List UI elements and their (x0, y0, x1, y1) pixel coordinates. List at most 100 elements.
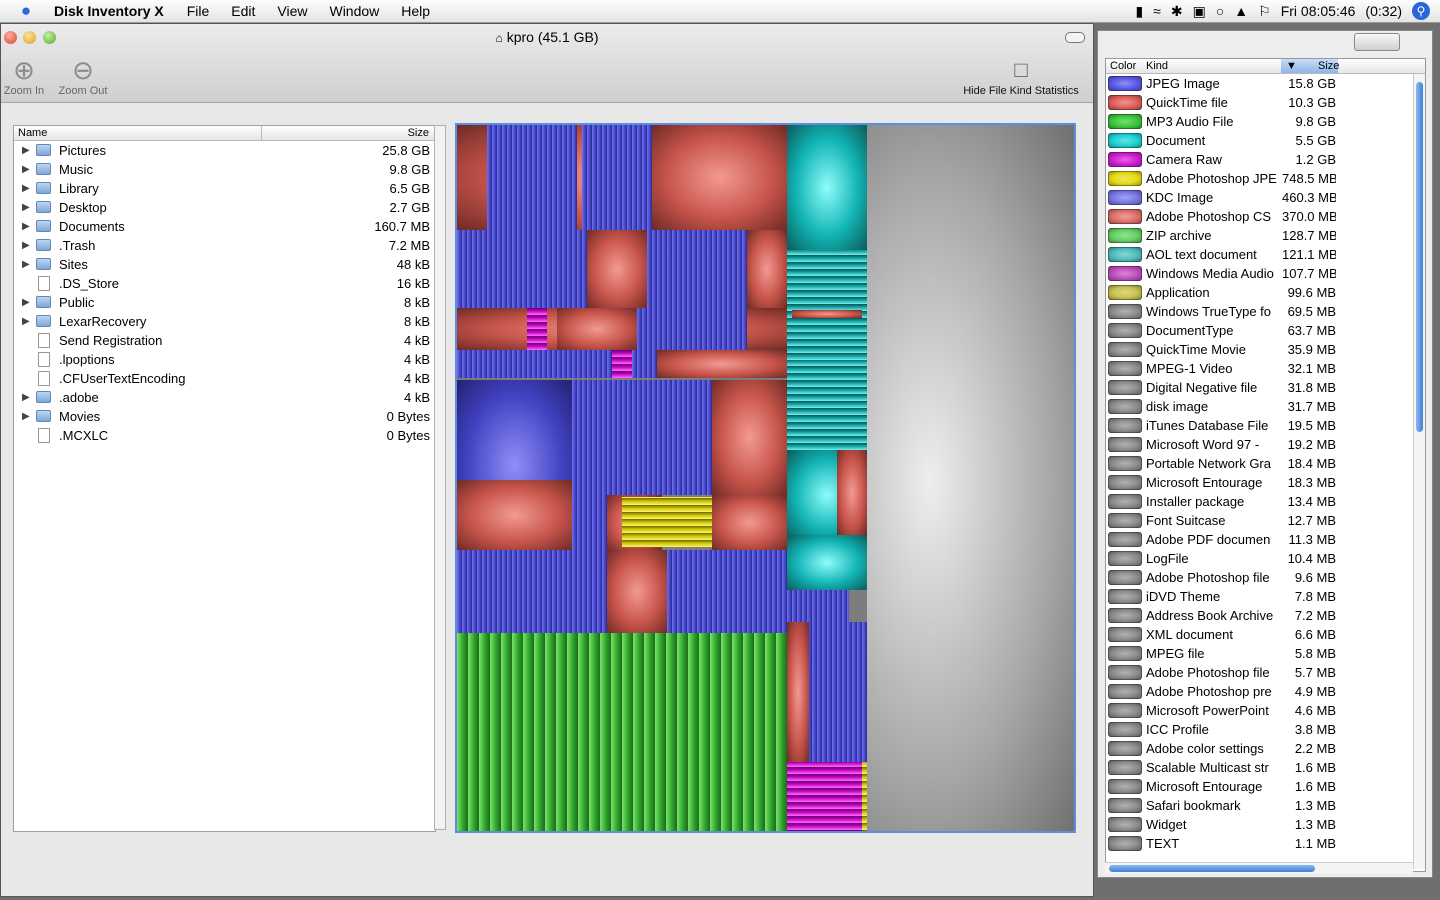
treemap-cell[interactable] (652, 230, 747, 308)
treemap-cell[interactable] (712, 380, 787, 495)
treemap-cell[interactable] (582, 125, 652, 230)
zoom-in-button[interactable]: ⊕ Zoom In (1, 55, 47, 97)
treemap-cell[interactable] (747, 230, 787, 308)
file-outline-view[interactable]: Name Size ▶ Pictures 25.8 GB ▶ Music 9.8 GB ▶ L… (13, 125, 436, 832)
disclosure-triangle-icon[interactable]: ▶ (22, 179, 30, 198)
drawer-handle[interactable] (1354, 33, 1400, 51)
zoom-out-button[interactable]: ⊖ Zoom Out (55, 55, 111, 97)
kind-row[interactable]: Digital Negative file 31.8 MB (1106, 378, 1425, 397)
menu-view[interactable]: View (266, 3, 318, 19)
scroll-thumb[interactable] (1416, 82, 1423, 432)
column-separator[interactable] (261, 126, 262, 140)
outline-row[interactable]: ▶ LexarRecovery 8 kB (14, 312, 435, 331)
kind-row[interactable]: iTunes Database File 19.5 MB (1106, 416, 1425, 435)
kind-row[interactable]: Font Suitcase 12.7 MB (1106, 511, 1425, 530)
kind-row[interactable]: DocumentType 63.7 MB (1106, 321, 1425, 340)
disclosure-triangle-icon[interactable]: ▶ (22, 407, 30, 426)
kind-row[interactable]: Document 5.5 GB (1106, 131, 1425, 150)
kind-row[interactable]: Windows Media Audio 107.7 MB (1106, 264, 1425, 283)
kind-row[interactable]: Adobe Photoshop CS 370.0 MB (1106, 207, 1425, 226)
outline-row[interactable]: ▶ Library 6.5 GB (14, 179, 435, 198)
bluetooth-icon[interactable]: ✱ (1171, 3, 1183, 20)
treemap-cell[interactable] (612, 350, 632, 378)
menu-edit[interactable]: Edit (220, 3, 266, 19)
disclosure-triangle-icon[interactable]: ▶ (22, 198, 30, 217)
outline-row[interactable]: ▶ Sites 48 kB (14, 255, 435, 274)
kind-row[interactable]: QuickTime Movie 35.9 MB (1106, 340, 1425, 359)
treemap-cell[interactable] (457, 633, 787, 831)
disclosure-triangle-icon[interactable]: ▶ (22, 236, 30, 255)
outline-row[interactable]: .DS_Store 16 kB (14, 274, 435, 293)
kind-row[interactable]: AOL text document 121.1 MB (1106, 245, 1425, 264)
scroll-thumb[interactable] (1109, 865, 1315, 872)
treemap-cell[interactable] (517, 550, 607, 633)
kind-row[interactable]: Safari bookmark 1.3 MB (1106, 796, 1425, 815)
outline-row[interactable]: ▶ Documents 160.7 MB (14, 217, 435, 236)
kind-table-vertical-scrollbar[interactable] (1413, 74, 1425, 869)
treemap-cell[interactable] (587, 230, 647, 308)
battery-time[interactable]: (0:32) (1365, 3, 1402, 19)
kind-row[interactable]: Adobe color settings 2.2 MB (1106, 739, 1425, 758)
treemap-cell[interactable] (787, 535, 867, 590)
kind-row[interactable]: Widget 1.3 MB (1106, 815, 1425, 834)
kind-row[interactable]: JPEG Image 15.8 GB (1106, 74, 1425, 93)
outline-row[interactable]: ▶ Music 9.8 GB (14, 160, 435, 179)
menu-help[interactable]: Help (390, 3, 441, 19)
outline-row[interactable]: ▶ Movies 0 Bytes (14, 407, 435, 426)
treemap-cell[interactable] (622, 497, 712, 547)
disclosure-triangle-icon[interactable]: ▶ (22, 255, 30, 274)
treemap-cell[interactable] (787, 125, 867, 250)
kind-row[interactable]: Adobe Photoshop file 5.7 MB (1106, 663, 1425, 682)
treemap-cell[interactable] (487, 125, 577, 230)
kind-row[interactable]: MP3 Audio File 9.8 GB (1106, 112, 1425, 131)
menu-file[interactable]: File (176, 3, 221, 19)
treemap-view[interactable] (455, 123, 1076, 833)
disclosure-triangle-icon[interactable]: ▶ (22, 312, 30, 331)
disclosure-triangle-icon[interactable]: ▶ (22, 388, 30, 407)
kind-row[interactable]: Application 99.6 MB (1106, 283, 1425, 302)
kind-row[interactable]: XML document 6.6 MB (1106, 625, 1425, 644)
treemap-cell[interactable] (712, 495, 787, 550)
outline-row[interactable]: Send Registration 4 kB (14, 331, 435, 350)
treemap-cell[interactable] (787, 590, 849, 622)
treemap-cell[interactable] (572, 380, 607, 550)
apple-menu-icon[interactable]: ● (16, 2, 36, 20)
treemap-cell[interactable] (792, 310, 862, 318)
kind-row[interactable]: iDVD Theme 7.8 MB (1106, 587, 1425, 606)
kind-row[interactable]: Microsoft Word 97 - 19.2 MB (1106, 435, 1425, 454)
size-column-header[interactable]: Size (408, 127, 429, 139)
display-icon[interactable]: ▣ (1193, 3, 1206, 20)
kind-row[interactable]: Portable Network Gra 18.4 MB (1106, 454, 1425, 473)
kind-row[interactable]: Windows TrueType fo 69.5 MB (1106, 302, 1425, 321)
outline-row[interactable]: ▶ .adobe 4 kB (14, 388, 435, 407)
disclosure-triangle-icon[interactable]: ▶ (22, 141, 30, 160)
kind-row[interactable]: Address Book Archive 7.2 MB (1106, 606, 1425, 625)
kind-table-horizontal-scrollbar[interactable] (1105, 862, 1413, 874)
treemap-cell[interactable] (787, 360, 867, 450)
size-column-header[interactable]: Size (1318, 60, 1339, 72)
toolbar-toggle-button[interactable] (1065, 32, 1085, 43)
treemap-cell[interactable] (657, 350, 787, 378)
spotlight-icon[interactable]: ⚲ (1412, 2, 1430, 20)
treemap-cell[interactable] (787, 762, 862, 831)
kind-row[interactable]: MPEG-1 Video 32.1 MB (1106, 359, 1425, 378)
kind-row[interactable]: MPEG file 5.8 MB (1106, 644, 1425, 663)
treemap-cell[interactable] (787, 622, 809, 762)
hide-file-kind-statistics-button[interactable]: □ Hide File Kind Statistics (957, 55, 1085, 97)
kind-row[interactable]: ICC Profile 3.8 MB (1106, 720, 1425, 739)
outline-row[interactable]: ▶ .Trash 7.2 MB (14, 236, 435, 255)
menu-window[interactable]: Window (318, 3, 390, 19)
outline-row[interactable]: ▶ Desktop 2.7 GB (14, 198, 435, 217)
outline-row[interactable]: .lpoptions 4 kB (14, 350, 435, 369)
kind-row[interactable]: Adobe PDF documen 11.3 MB (1106, 530, 1425, 549)
kind-row[interactable]: disk image 31.7 MB (1106, 397, 1425, 416)
flag-icon[interactable]: ⚐ (1258, 3, 1271, 20)
treemap-cell[interactable] (482, 230, 582, 308)
kind-row[interactable]: Camera Raw 1.2 GB (1106, 150, 1425, 169)
treemap-cell[interactable] (557, 308, 637, 350)
file-kind-table[interactable]: Color Kind ▼ Size JPEG Image 15.8 GB Quick… (1105, 58, 1426, 872)
treemap-cell[interactable] (787, 250, 867, 360)
treemap-cell[interactable] (667, 550, 787, 633)
battery-status-icon[interactable]: ▮ (1135, 3, 1143, 20)
outline-row[interactable]: .MCXLC 0 Bytes (14, 426, 435, 445)
